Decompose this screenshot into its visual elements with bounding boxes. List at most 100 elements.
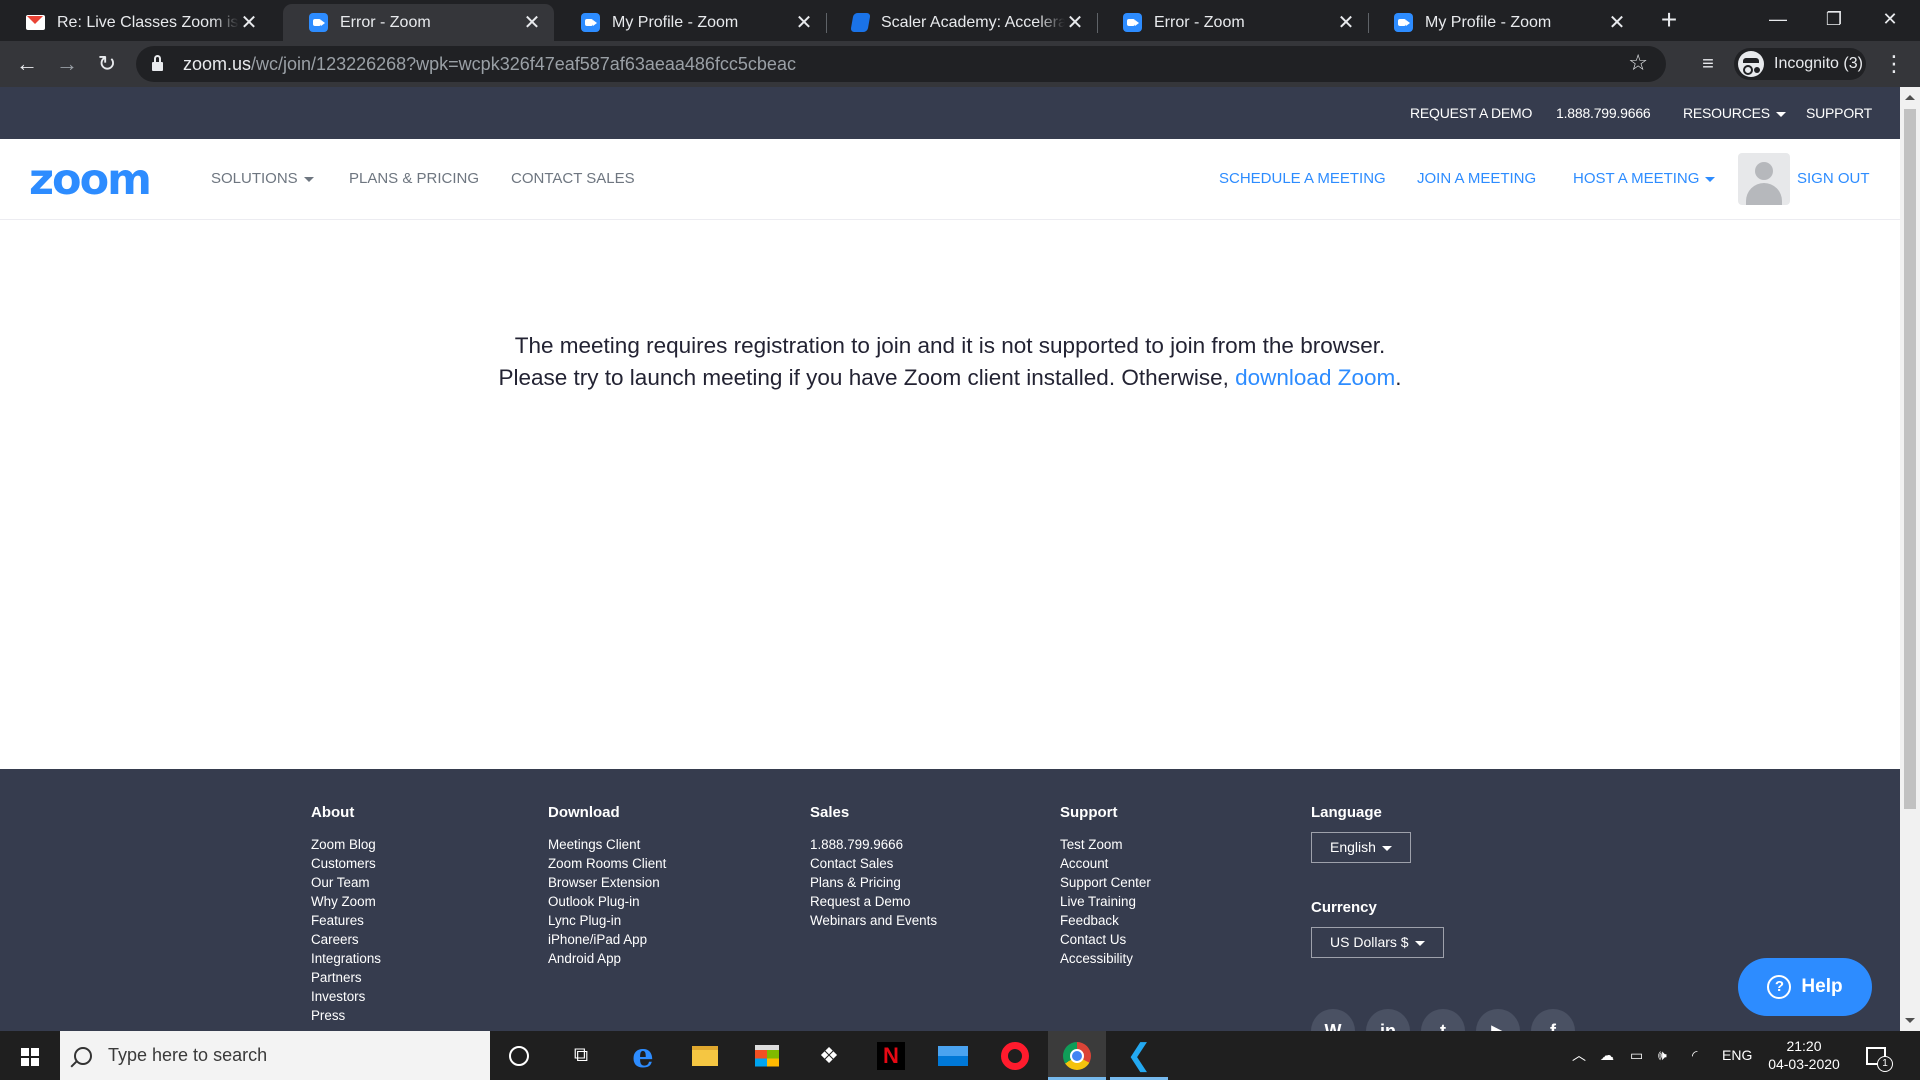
browser-tab[interactable]: Re: Live Classes Zoom issue - ✕	[0, 4, 271, 41]
wifi-icon[interactable]: ◜	[1692, 1031, 1697, 1080]
resources-dropdown[interactable]: RESOURCES	[1683, 87, 1786, 139]
mail-icon[interactable]	[924, 1031, 982, 1080]
close-tab-icon[interactable]: ✕	[522, 10, 542, 35]
footer-link[interactable]: Outlook Plug-in	[548, 892, 666, 911]
new-tab-button[interactable]: +	[1655, 6, 1683, 34]
footer-link[interactable]: Webinars and Events	[810, 911, 937, 930]
scaler-icon	[850, 13, 871, 32]
phone-link[interactable]: 1.888.799.9666	[1556, 87, 1651, 139]
edge-icon[interactable]: e	[614, 1031, 672, 1080]
cortana-icon[interactable]	[490, 1031, 548, 1080]
close-window-button[interactable]: ✕	[1862, 0, 1918, 41]
footer-link[interactable]: Contact Sales	[810, 854, 937, 873]
taskbar-search-box[interactable]: Type here to search	[60, 1031, 490, 1080]
footer-link[interactable]: Browser Extension	[548, 873, 666, 892]
menu-kebab-icon[interactable]: ⋮	[1876, 46, 1912, 82]
start-button[interactable]	[0, 1031, 60, 1080]
scroll-down-icon[interactable]	[1905, 1018, 1915, 1023]
battery-icon[interactable]: ▭	[1630, 1031, 1643, 1080]
footer-link[interactable]: Feedback	[1060, 911, 1151, 930]
footer-link[interactable]: Account	[1060, 854, 1151, 873]
contact-sales-link[interactable]: CONTACT SALES	[511, 139, 635, 219]
show-hidden-icons-icon[interactable]: ︿	[1572, 1031, 1586, 1080]
file-explorer-icon[interactable]	[676, 1031, 734, 1080]
currency-select[interactable]: US Dollars $	[1311, 927, 1444, 958]
plans-pricing-link[interactable]: PLANS & PRICING	[349, 139, 479, 219]
scroll-up-icon[interactable]	[1905, 95, 1915, 100]
footer-link[interactable]: 1.888.799.9666	[810, 835, 937, 854]
footer-link[interactable]: Careers	[311, 930, 381, 949]
browser-tab-strip: Re: Live Classes Zoom issue - ✕ Error - …	[0, 0, 1920, 41]
page-scrollbar[interactable]	[1900, 87, 1920, 1031]
download-zoom-link[interactable]: download Zoom	[1235, 365, 1395, 390]
scrollbar-thumb[interactable]	[1904, 109, 1916, 809]
store-icon[interactable]	[738, 1031, 796, 1080]
browser-tab[interactable]: My Profile - Zoom ✕	[555, 4, 826, 41]
close-tab-icon[interactable]: ✕	[1065, 10, 1085, 35]
footer-link[interactable]: Zoom Blog	[311, 835, 381, 854]
footer-link[interactable]: Contact Us	[1060, 930, 1151, 949]
footer-link[interactable]: Customers	[311, 854, 381, 873]
browser-tab[interactable]: Scaler Academy: Accelerate y ✕	[826, 4, 1097, 41]
footer-link[interactable]: Accessibility	[1060, 949, 1151, 968]
close-tab-icon[interactable]: ✕	[794, 10, 814, 35]
netflix-icon[interactable]: N	[862, 1031, 920, 1080]
close-tab-icon[interactable]: ✕	[1607, 10, 1627, 35]
host-meeting-dropdown[interactable]: HOST A MEETING	[1573, 139, 1716, 219]
footer-link[interactable]: Our Team	[311, 873, 381, 892]
media-control-icon[interactable]: ≡	[1690, 46, 1726, 82]
footer-link[interactable]: Lync Plug-in	[548, 911, 666, 930]
footer-link[interactable]: Partners	[311, 968, 381, 987]
language-select[interactable]: English	[1311, 832, 1411, 863]
footer-link[interactable]: Press	[311, 1006, 381, 1025]
support-link[interactable]: SUPPORT	[1806, 87, 1872, 139]
notification-center-icon[interactable]: 1	[1866, 1031, 1893, 1080]
solutions-dropdown[interactable]: SOLUTIONS	[211, 139, 314, 219]
footer-link[interactable]: Support Center	[1060, 873, 1151, 892]
browser-tab[interactable]: Error - Zoom ✕	[1097, 4, 1368, 41]
tab-title: Error - Zoom	[340, 13, 431, 31]
tab-title: Error - Zoom	[1154, 13, 1245, 31]
schedule-meeting-link[interactable]: SCHEDULE A MEETING	[1219, 139, 1386, 219]
forward-button[interactable]: →	[49, 46, 85, 82]
restore-button[interactable]: ❐	[1806, 0, 1862, 41]
help-button[interactable]: ? Help	[1738, 958, 1872, 1016]
footer-link[interactable]: Plans & Pricing	[810, 873, 937, 892]
browser-tab-active[interactable]: Error - Zoom ✕	[283, 4, 554, 41]
onedrive-icon[interactable]: ☁	[1600, 1031, 1614, 1080]
minimize-button[interactable]: ―	[1750, 0, 1806, 41]
vscode-icon[interactable]: ❮	[1110, 1031, 1168, 1080]
close-tab-icon[interactable]: ✕	[239, 10, 259, 35]
footer-link[interactable]: iPhone/iPad App	[548, 930, 666, 949]
dropbox-icon[interactable]: ❖	[800, 1031, 858, 1080]
tab-title: Re: Live Classes Zoom issue -	[57, 13, 239, 31]
back-button[interactable]: ←	[9, 46, 45, 82]
reload-button[interactable]: ↻	[89, 46, 125, 82]
join-meeting-link[interactable]: JOIN A MEETING	[1417, 139, 1536, 219]
footer-link[interactable]: Android App	[548, 949, 666, 968]
footer-link[interactable]: Features	[311, 911, 381, 930]
incognito-badge[interactable]: Incognito (3)	[1734, 48, 1866, 80]
address-bar[interactable]: zoom.us /wc/join/123226268?wpk=wcpk326f4…	[136, 46, 1666, 82]
task-view-icon[interactable]: ⧉	[552, 1031, 610, 1080]
sign-out-link[interactable]: SIGN OUT	[1797, 139, 1870, 219]
footer-link[interactable]: Investors	[311, 987, 381, 1006]
zoom-logo[interactable]: zoom	[29, 155, 152, 205]
footer-link[interactable]: Why Zoom	[311, 892, 381, 911]
avatar[interactable]	[1738, 153, 1790, 205]
footer-link[interactable]: Live Training	[1060, 892, 1151, 911]
bookmark-star-icon[interactable]: ☆	[1628, 50, 1648, 76]
input-language[interactable]: ENG	[1722, 1031, 1752, 1080]
browser-tab[interactable]: My Profile - Zoom ✕	[1368, 4, 1639, 41]
request-demo-link[interactable]: REQUEST A DEMO	[1410, 87, 1532, 139]
opera-icon[interactable]	[986, 1031, 1044, 1080]
footer-link[interactable]: Zoom Rooms Client	[548, 854, 666, 873]
taskbar-clock[interactable]: 21:20 04-03-2020	[1764, 1037, 1844, 1073]
volume-icon[interactable]: 🕪	[1658, 1031, 1667, 1080]
close-tab-icon[interactable]: ✕	[1336, 10, 1356, 35]
footer-link[interactable]: Integrations	[311, 949, 381, 968]
footer-link[interactable]: Meetings Client	[548, 835, 666, 854]
footer-link[interactable]: Test Zoom	[1060, 835, 1151, 854]
footer-link[interactable]: Request a Demo	[810, 892, 937, 911]
chrome-icon[interactable]	[1048, 1031, 1106, 1080]
